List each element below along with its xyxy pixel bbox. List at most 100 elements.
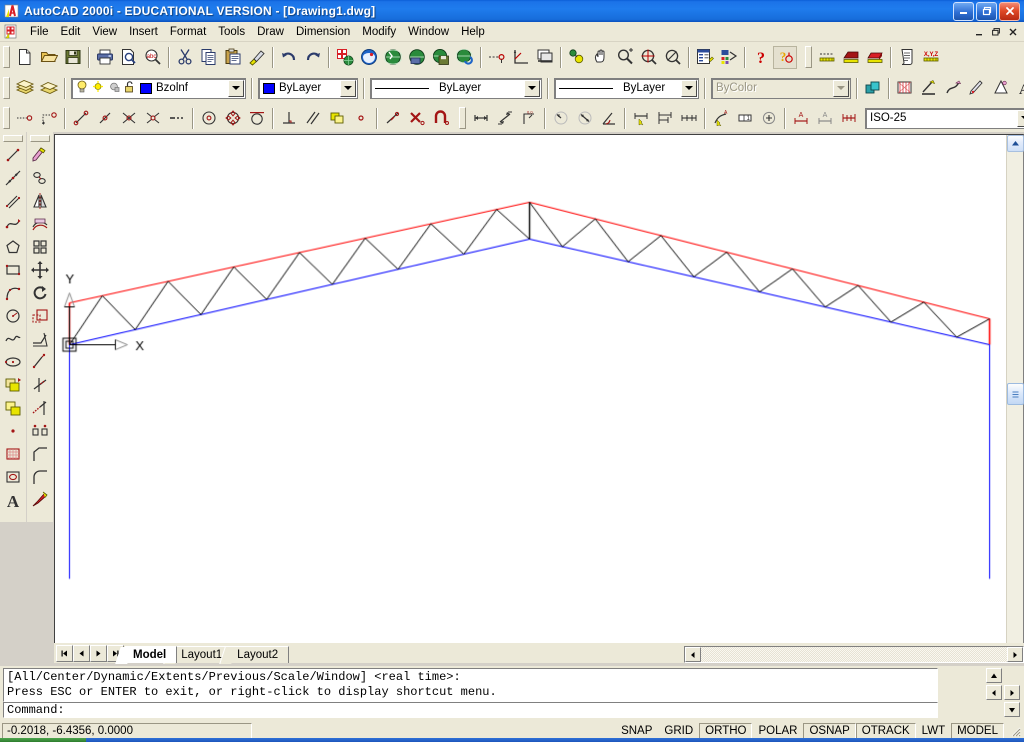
command-prompt-input[interactable]: Command: [3,702,938,718]
temporary-track-point-icon[interactable] [13,107,37,130]
undo-icon[interactable] [277,46,301,69]
layers-icon[interactable] [13,77,37,100]
snap-intersection-icon[interactable] [117,107,141,130]
next-tab-button[interactable] [90,645,107,662]
command-window-scrollbar[interactable] [942,668,1022,718]
dimension-edit-icon[interactable]: A [789,107,813,130]
snap-parallel-icon[interactable] [301,107,325,130]
match-properties-icon[interactable] [245,46,269,69]
pan-realtime-icon[interactable] [565,46,589,69]
spline-icon[interactable] [1,327,25,350]
ellipse-icon[interactable] [1,350,25,373]
menu-item-tools[interactable]: Tools [212,23,251,41]
region-icon[interactable] [1,465,25,488]
list-icon[interactable] [895,46,919,69]
lineweight-control-combo[interactable]: ByLayer [554,77,699,99]
baseline-dimension-icon[interactable] [653,107,677,130]
find-replace-icon[interactable]: abc [141,46,165,69]
radius-dimension-icon[interactable] [549,107,573,130]
lineweight-icon[interactable] [941,77,965,100]
rectangle-icon[interactable] [1,258,25,281]
continue-dimension-icon[interactable] [677,107,701,130]
plot-style-control-combo[interactable]: ByColor [711,77,851,99]
distance-icon[interactable] [815,46,839,69]
properties-icon[interactable] [693,46,717,69]
copy-icon[interactable] [197,46,221,69]
center-mark-icon[interactable] [757,107,781,130]
move-icon[interactable] [28,258,52,281]
coordinate-display[interactable]: -0.2018, -6.4356, 0.0000 [2,722,252,740]
save-icon[interactable] [61,46,85,69]
layer-freeze-viewport-icon[interactable] [108,80,120,97]
status-toggle-ortho[interactable]: ORTHO [699,722,753,740]
layer-unlock-icon[interactable] [124,80,136,97]
pan-hand-icon[interactable] [589,46,613,69]
linetype-combo-arrow-icon[interactable] [524,79,540,97]
snap-midpoint-icon[interactable] [93,107,117,130]
command-scroll-down-icon[interactable] [1004,702,1020,717]
zoom-realtime-icon[interactable] [613,46,637,69]
hatch-icon[interactable] [1,442,25,465]
diameter-dimension-icon[interactable] [573,107,597,130]
multiline-style-icon[interactable] [989,77,1013,100]
etransmit-icon[interactable] [429,46,453,69]
polygon-icon[interactable] [1,235,25,258]
plot-icon[interactable] [93,46,117,69]
scroll-up-icon[interactable] [1007,135,1024,152]
dim-style-control-combo[interactable]: ISO-25 [865,107,1024,129]
open-icon[interactable] [37,46,61,69]
meet-now-icon[interactable] [381,46,405,69]
toolbar-grip[interactable] [3,46,10,68]
menu-item-file[interactable]: File [24,23,55,41]
point-icon[interactable] [1,419,25,442]
layer-previous-icon[interactable] [37,77,61,100]
linetype-control-combo[interactable]: ByLayer [370,77,542,99]
color-control-combo[interactable]: ByLayer [258,77,358,99]
status-toggle-otrack[interactable]: OTRACK [855,722,916,740]
print-preview-icon[interactable] [117,46,141,69]
autocad-logo-icon[interactable] [4,3,20,19]
menu-item-view[interactable]: View [86,23,123,41]
ordinate-dimension-icon[interactable]: 0,0 [517,107,541,130]
prev-tab-button[interactable] [73,645,90,662]
dimension-text-edit-icon[interactable]: A [813,107,837,130]
fillet-icon[interactable] [28,465,52,488]
command-scroll-up-icon[interactable] [986,668,1002,683]
snap-center-icon[interactable] [197,107,221,130]
toolbar-grip[interactable] [3,135,23,142]
window-restore-button[interactable] [976,1,997,21]
insert-block-icon[interactable] [1,373,25,396]
snap-apparent-intersection-icon[interactable] [141,107,165,130]
launch-browser-icon[interactable] [453,46,477,69]
menu-item-modify[interactable]: Modify [356,23,402,41]
status-toggle-model[interactable]: MODEL [951,722,1004,740]
extend-icon[interactable] [28,396,52,419]
snap-endpoint-icon[interactable] [69,107,93,130]
start-button[interactable] [0,738,86,742]
circle-icon[interactable] [1,304,25,327]
drawing-document-icon[interactable] [4,24,20,40]
publish-to-web-icon[interactable] [405,46,429,69]
status-toggle-snap[interactable]: SNAP [615,722,659,740]
plot-style-icon[interactable] [965,77,989,100]
new-icon[interactable] [13,46,37,69]
mdi-close-button[interactable] [1005,24,1021,39]
menu-item-format[interactable]: Format [164,23,212,41]
plot-style-combo-arrow-icon[interactable] [833,79,849,97]
construction-line-icon[interactable] [1,166,25,189]
quick-leader-icon[interactable]: A [709,107,733,130]
mirror-icon[interactable] [28,189,52,212]
layer-combo-arrow-icon[interactable] [228,79,244,97]
tab-model[interactable]: Model [115,646,178,664]
object-snap-tracking-icon[interactable] [485,46,509,69]
vertical-scrollbar-thumb[interactable] [1007,383,1024,405]
window-minimize-button[interactable] [953,1,974,21]
cut-icon[interactable] [173,46,197,69]
toolbar-grip[interactable] [3,77,10,99]
command-scroll-right-icon[interactable] [1004,685,1020,700]
line-icon[interactable] [1,143,25,166]
mdi-minimize-button[interactable] [971,24,987,39]
resize-grip[interactable] [1008,724,1022,738]
inquiry-toolbar-grip[interactable] [805,46,812,68]
make-object-layer-current-icon[interactable] [861,77,885,100]
